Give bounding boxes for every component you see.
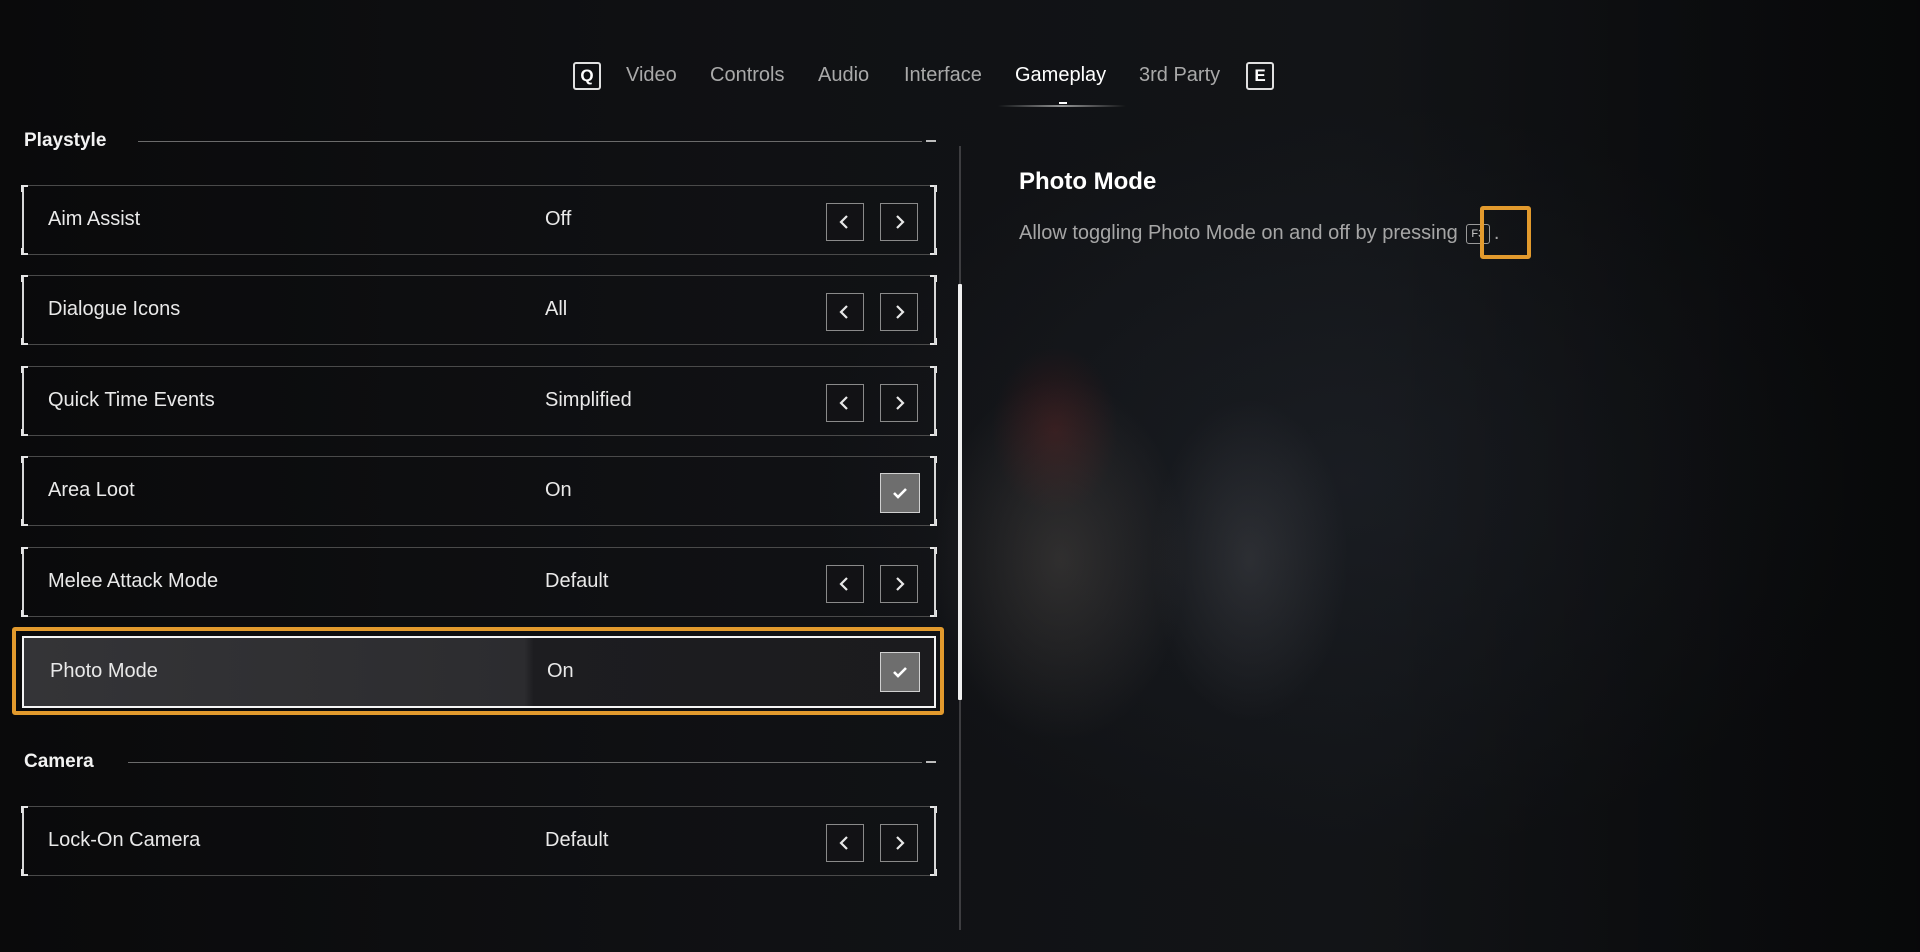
section-header-camera: Camera <box>24 751 936 775</box>
setting-row-photo-mode[interactable]: Photo Mode On <box>22 636 936 708</box>
setting-row-aim-assist[interactable]: Aim Assist Off <box>21 185 937 255</box>
description-text: Allow toggling Photo Mode on and off by … <box>1019 222 1499 245</box>
next-option-button[interactable] <box>880 203 918 241</box>
area-loot-checkbox[interactable] <box>880 473 920 513</box>
tab-gameplay[interactable]: Gameplay <box>1015 64 1106 87</box>
setting-value: On <box>545 479 572 501</box>
keycap-highlight <box>1480 206 1531 259</box>
prev-tab-key-icon[interactable]: Q <box>573 62 601 90</box>
setting-label: Quick Time Events <box>48 389 215 411</box>
description-title: Photo Mode <box>1019 168 1157 195</box>
tab-video[interactable]: Video <box>626 64 677 87</box>
next-option-button[interactable] <box>880 824 918 862</box>
setting-value: Simplified <box>545 389 632 411</box>
previous-option-button[interactable] <box>826 293 864 331</box>
chevron-left-icon <box>839 396 848 410</box>
setting-label: Dialogue Icons <box>48 298 181 320</box>
setting-row-melee-attack-mode[interactable]: Melee Attack Mode Default <box>21 547 937 617</box>
description-body: Allow toggling Photo Mode on and off by … <box>1019 222 1458 244</box>
chevron-right-icon <box>896 836 905 850</box>
settings-tab-bar: Q Video Controls Audio Interface Gamepla… <box>0 60 1920 110</box>
chevron-left-icon <box>839 305 848 319</box>
checkmark-icon <box>893 667 907 678</box>
next-tab-key-icon[interactable]: E <box>1246 62 1274 90</box>
setting-row-area-loot[interactable]: Area Loot On <box>21 456 937 526</box>
active-tab-underline <box>998 105 1126 107</box>
next-option-button[interactable] <box>880 565 918 603</box>
chevron-right-icon <box>896 577 905 591</box>
setting-value: Default <box>545 570 609 592</box>
previous-option-button[interactable] <box>826 203 864 241</box>
section-title: Camera <box>24 751 94 772</box>
settings-scrollbar-thumb[interactable] <box>958 284 962 700</box>
section-divider <box>128 762 922 763</box>
setting-row-lock-on-camera[interactable]: Lock-On Camera Default <box>21 806 937 876</box>
chevron-right-icon <box>896 396 905 410</box>
setting-label: Aim Assist <box>48 208 141 230</box>
section-header-playstyle: Playstyle <box>24 130 936 154</box>
setting-value: Default <box>545 829 609 851</box>
chevron-right-icon <box>896 305 905 319</box>
tab-3rd-party[interactable]: 3rd Party <box>1139 64 1220 87</box>
collapse-icon[interactable] <box>926 761 936 763</box>
tab-controls[interactable]: Controls <box>710 64 784 87</box>
chevron-left-icon <box>839 577 848 591</box>
previous-option-button[interactable] <box>826 824 864 862</box>
chevron-right-icon <box>896 215 905 229</box>
section-title: Playstyle <box>24 130 107 151</box>
previous-option-button[interactable] <box>826 384 864 422</box>
setting-value: Off <box>545 208 572 230</box>
chevron-left-icon <box>839 215 848 229</box>
next-option-button[interactable] <box>880 384 918 422</box>
collapse-icon[interactable] <box>926 140 936 142</box>
background-vignette <box>1380 0 1920 952</box>
previous-option-button[interactable] <box>826 565 864 603</box>
setting-label: Photo Mode <box>50 660 158 682</box>
active-tab-indicator <box>1059 102 1067 104</box>
section-divider <box>138 141 922 142</box>
setting-value: All <box>545 298 568 320</box>
setting-row-quick-time-events[interactable]: Quick Time Events Simplified <box>21 366 937 436</box>
setting-value: On <box>547 660 574 682</box>
photo-mode-checkbox[interactable] <box>880 652 920 692</box>
tab-audio[interactable]: Audio <box>818 64 869 87</box>
checkmark-icon <box>893 488 907 499</box>
next-option-button[interactable] <box>880 293 918 331</box>
setting-label: Area Loot <box>48 479 135 501</box>
chevron-left-icon <box>839 836 848 850</box>
setting-label: Melee Attack Mode <box>48 570 219 592</box>
setting-label: Lock-On Camera <box>48 829 201 851</box>
setting-row-dialogue-icons[interactable]: Dialogue Icons All <box>21 275 937 345</box>
tab-interface[interactable]: Interface <box>904 64 982 87</box>
